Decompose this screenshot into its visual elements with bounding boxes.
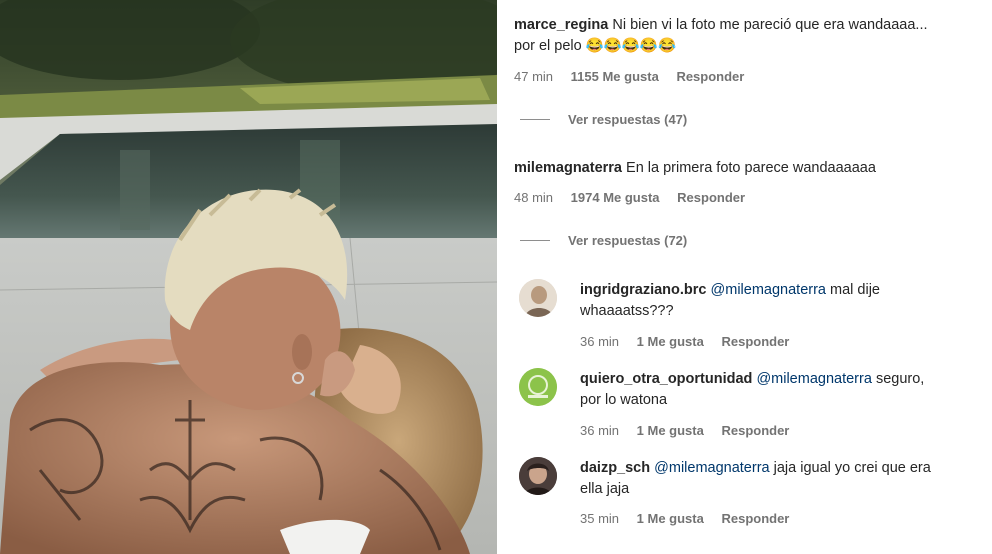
- comment-meta: 47 min 1155 Me gusta Responder: [514, 69, 758, 84]
- comment-text: marce_regina Ni bien vi la foto me parec…: [514, 15, 989, 57]
- couple-by-pool-image: [0, 0, 497, 554]
- reply-text: ingridgraziano.brc @milemagnaterra mal d…: [580, 280, 980, 322]
- comment-username[interactable]: marce_regina: [514, 17, 608, 33]
- avatar[interactable]: [519, 279, 557, 317]
- avatar[interactable]: [519, 457, 557, 495]
- comment-username[interactable]: milemagnaterra: [514, 160, 622, 176]
- reply-button[interactable]: Responder: [677, 190, 745, 205]
- avatar-logo-icon: [519, 368, 557, 406]
- screenshot: marce_regina Ni bien vi la foto me parec…: [0, 0, 992, 554]
- avatar[interactable]: [519, 368, 557, 406]
- comment-body: En la primera foto parece wandaaaaaa: [626, 160, 876, 176]
- reply-likes[interactable]: 1 Me gusta: [637, 511, 704, 526]
- reply-username[interactable]: ingridgraziano.brc: [580, 282, 707, 298]
- post-photo: [0, 0, 497, 554]
- reply-button[interactable]: Responder: [721, 423, 789, 438]
- divider-line: [520, 119, 550, 120]
- comment-time[interactable]: 48 min: [514, 190, 553, 205]
- mention-link[interactable]: @milemagnaterra: [654, 460, 769, 476]
- reply-text: daizp_sch @milemagnaterra jaja igual yo …: [580, 458, 985, 500]
- comment-likes[interactable]: 1155 Me gusta: [571, 69, 659, 84]
- reply-body-line2: whaaaatss???: [580, 303, 674, 319]
- reply-time[interactable]: 36 min: [580, 334, 619, 349]
- view-replies-button[interactable]: Ver respuestas (72): [520, 233, 687, 248]
- reply-button[interactable]: Responder: [721, 511, 789, 526]
- comment-text: milemagnaterra En la primera foto parece…: [514, 158, 989, 179]
- reply-body: mal dije: [830, 282, 880, 298]
- avatar-photo-icon: [519, 457, 557, 495]
- comment-body-line2: por el pelo: [514, 38, 582, 54]
- laughing-emoji-icons: 😂😂😂😂😂: [585, 38, 677, 54]
- comment-meta: 48 min 1974 Me gusta Responder: [514, 190, 759, 205]
- reply-likes[interactable]: 1 Me gusta: [637, 334, 704, 349]
- reply-body: seguro,: [875, 371, 925, 387]
- reply-meta: 36 min 1 Me gusta Responder: [580, 423, 803, 438]
- reply-meta: 36 min 1 Me gusta Responder: [580, 334, 803, 349]
- reply-username[interactable]: daizp_sch: [580, 460, 650, 476]
- divider-line: [520, 240, 550, 241]
- reply-meta: 35 min 1 Me gusta Responder: [580, 511, 803, 526]
- reply-text: quiero_otra_oportunidad @milemagnaterra …: [580, 369, 985, 411]
- reply-time[interactable]: 35 min: [580, 511, 619, 526]
- view-replies-label: Ver respuestas (72): [568, 233, 688, 248]
- reply-body: jaja igual yo crei que era: [773, 460, 931, 476]
- comments-panel: marce_regina Ni bien vi la foto me parec…: [500, 0, 992, 554]
- view-replies-label: Ver respuestas (47): [568, 112, 688, 127]
- avatar-photo-icon: [519, 279, 557, 317]
- mention-link[interactable]: @milemagnaterra: [756, 371, 871, 387]
- reply-button[interactable]: Responder: [721, 334, 789, 349]
- reply-body-line2: por lo watona: [580, 392, 668, 408]
- reply-time[interactable]: 36 min: [580, 423, 619, 438]
- comment-time[interactable]: 47 min: [514, 69, 553, 84]
- comment-body: Ni bien vi la foto me pareció que era wa…: [612, 17, 928, 33]
- comment-likes[interactable]: 1974 Me gusta: [571, 190, 660, 205]
- reply-body-line2: ella jaja: [580, 481, 630, 497]
- reply-likes[interactable]: 1 Me gusta: [637, 423, 704, 438]
- view-replies-button[interactable]: Ver respuestas (47): [520, 112, 687, 127]
- mention-link[interactable]: @milemagnaterra: [711, 282, 826, 298]
- reply-username[interactable]: quiero_otra_oportunidad: [580, 371, 752, 387]
- reply-button[interactable]: Responder: [676, 69, 744, 84]
